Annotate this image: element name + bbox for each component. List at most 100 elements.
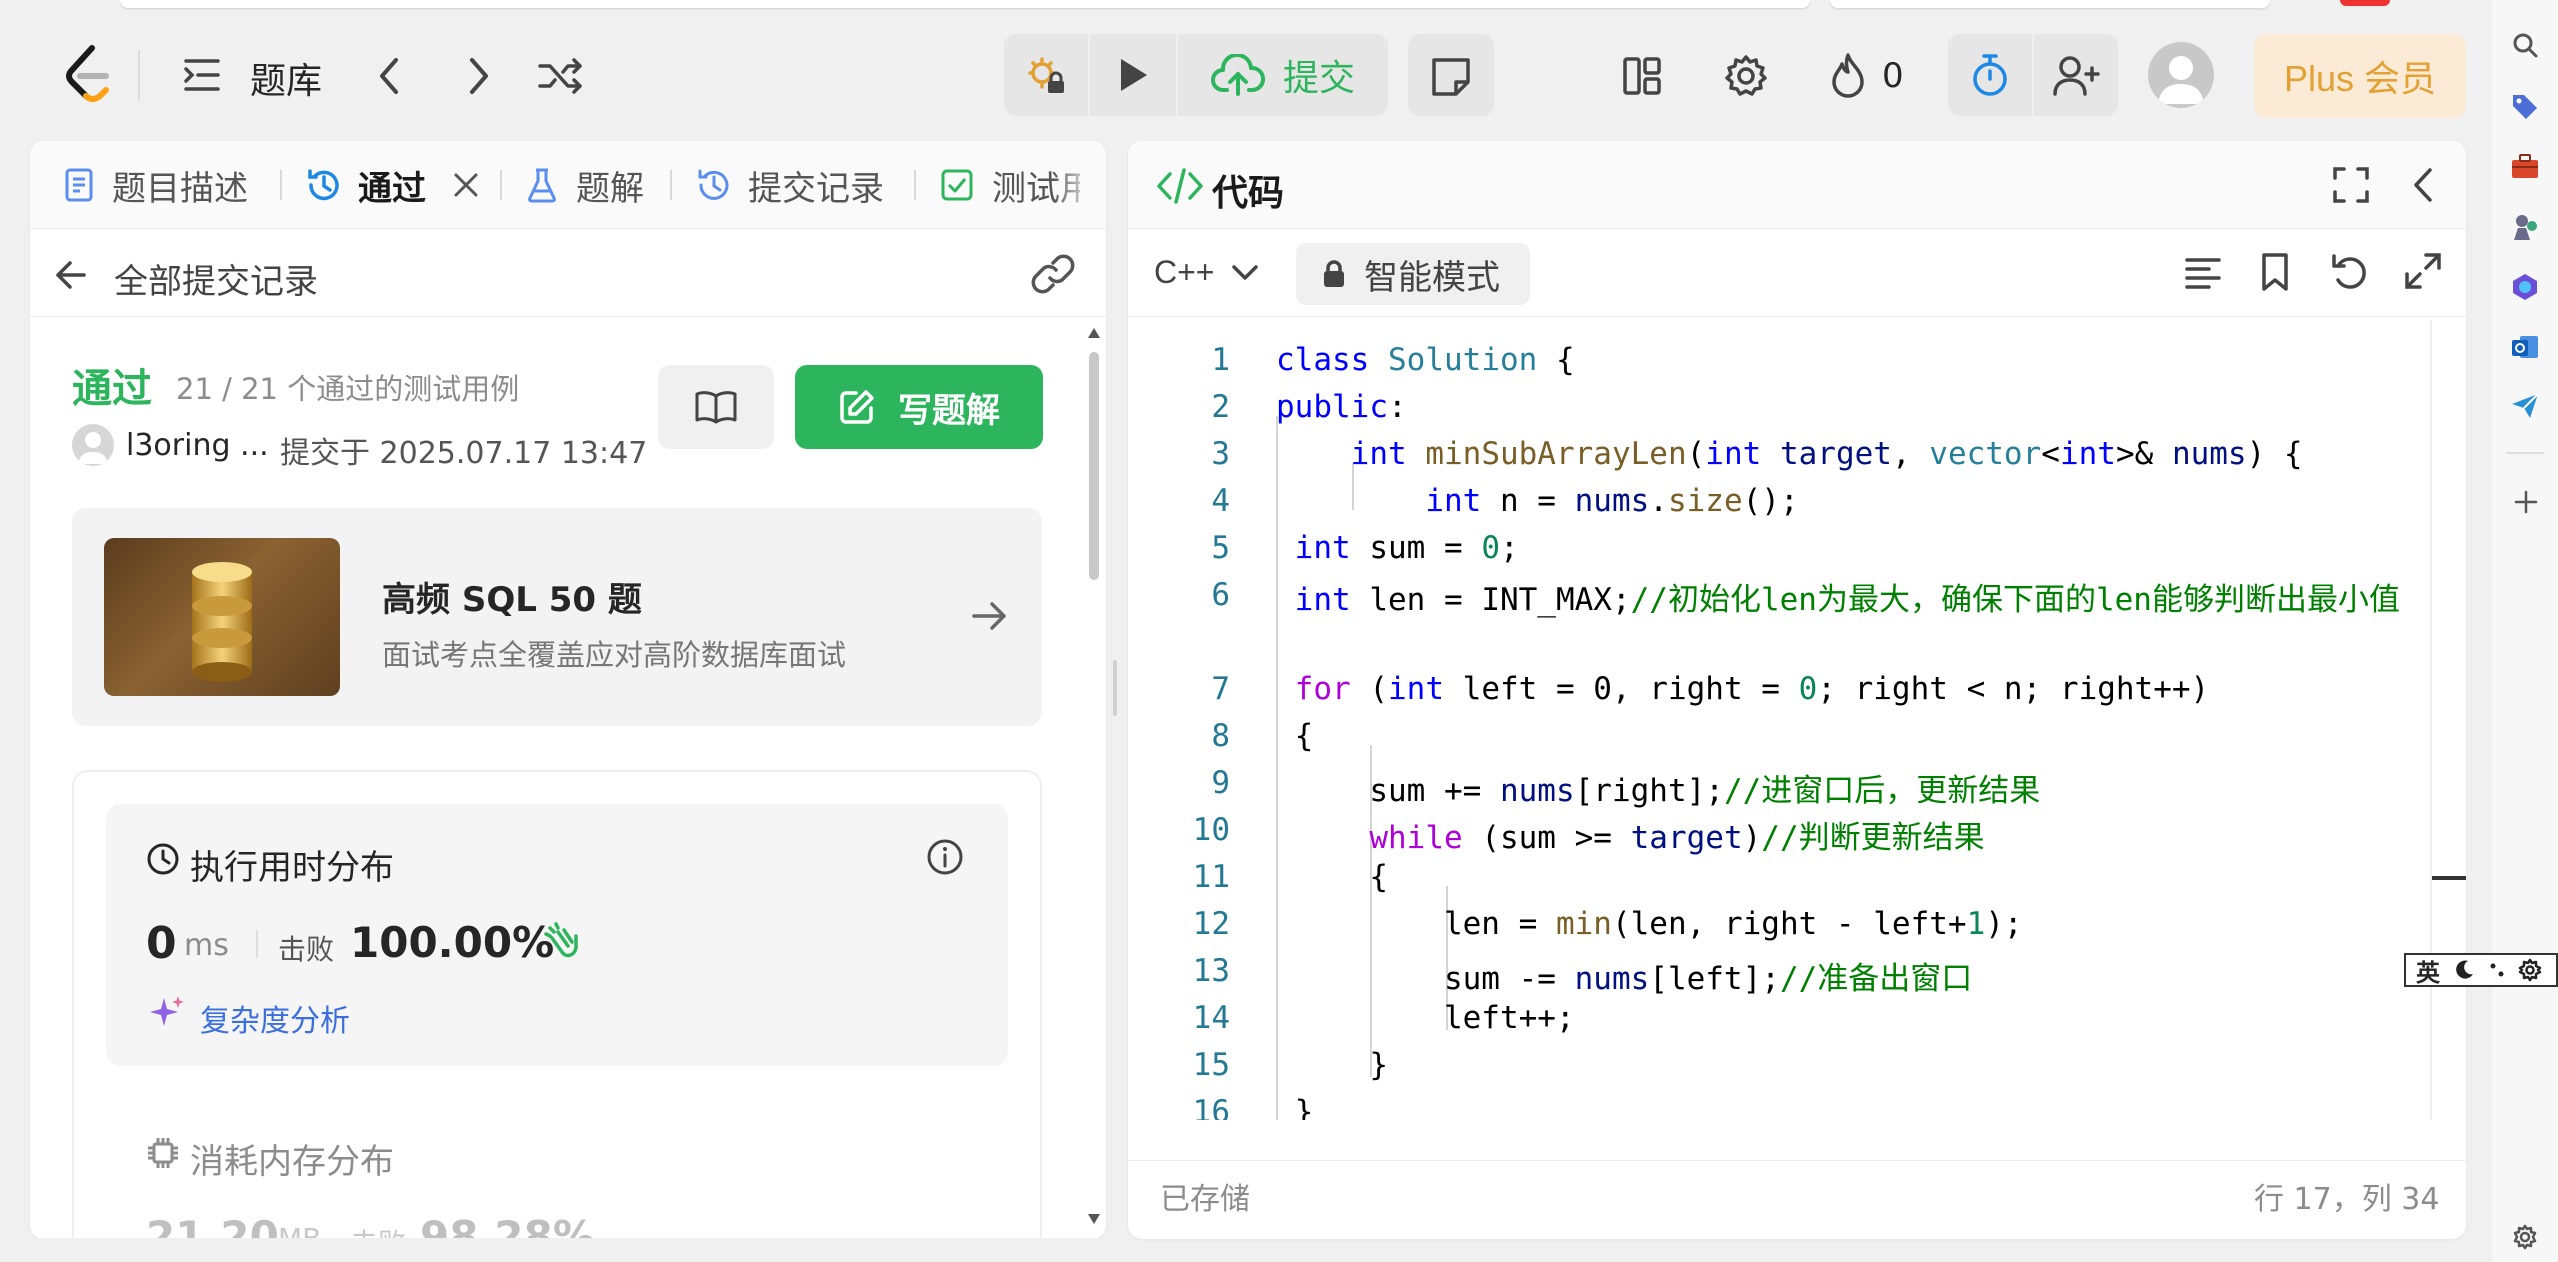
plus-membership-button[interactable]: Plus 会员 — [2254, 34, 2466, 118]
toolbox-icon[interactable] — [2510, 152, 2540, 180]
left-scrollbar-thumb[interactable] — [1089, 352, 1099, 580]
tab-label: 测试用 — [992, 168, 1080, 209]
view-editorial-button[interactable] — [658, 365, 774, 449]
link-icon[interactable] — [1030, 254, 1076, 294]
complexity-analysis-link[interactable]: 复杂度分析 — [200, 996, 350, 1040]
runtime-beats: 100.00% — [350, 918, 555, 967]
outlook-icon[interactable] — [2510, 332, 2540, 362]
runtime-value: 0 — [146, 918, 177, 969]
document-icon — [65, 168, 93, 202]
invite-button[interactable] — [2034, 34, 2118, 116]
leetcode-logo-icon[interactable] — [62, 44, 112, 104]
send-icon[interactable] — [2510, 392, 2540, 420]
chevron-down-icon — [1232, 264, 1259, 280]
scroll-down-arrow[interactable] — [1086, 1212, 1102, 1226]
run-button[interactable] — [1090, 34, 1176, 116]
gear-icon — [2518, 958, 2542, 982]
play-icon — [1121, 59, 1147, 91]
divider — [2506, 452, 2544, 454]
browser-search-bar[interactable] — [1830, 0, 2270, 8]
browser-sidebar — [2492, 0, 2558, 1262]
copilot-icon[interactable] — [2510, 272, 2540, 302]
problem-list-icon[interactable] — [182, 55, 222, 95]
timer-button[interactable] — [1948, 34, 2032, 116]
expand-editor-icon[interactable] — [2404, 252, 2442, 290]
format-code-icon[interactable] — [2184, 256, 2222, 292]
promo-subtitle: 面试考点全覆盖应对高阶数据库面试 — [382, 638, 847, 672]
avatar[interactable] — [2148, 42, 2214, 108]
debug-button[interactable] — [1004, 34, 1088, 116]
user-avatar[interactable] — [72, 424, 114, 466]
problem-bank-title[interactable]: 题库 — [250, 52, 322, 104]
clock-icon — [146, 842, 180, 876]
line-number: 5 — [1211, 530, 1230, 566]
clap-icon — [542, 922, 582, 962]
collapse-panel-icon[interactable] — [2408, 166, 2438, 204]
code-line: { — [1276, 718, 1314, 754]
add-icon[interactable] — [2514, 490, 2538, 514]
info-icon[interactable] — [926, 838, 964, 876]
runtime-title: 执行用时分布 — [190, 848, 394, 888]
code-panel-title: 代码 — [1212, 173, 1285, 214]
line-number: 7 — [1211, 671, 1230, 707]
bug-lock-icon — [1028, 57, 1064, 93]
divider — [914, 170, 916, 200]
line-number: 14 — [1192, 1000, 1230, 1036]
tab-label: 提交记录 — [748, 168, 884, 209]
code-line: int sum = 0; — [1294, 530, 1519, 566]
back-arrow-icon[interactable] — [54, 258, 88, 292]
line-number: 1 — [1211, 342, 1230, 378]
panel-resize-handle[interactable] — [1113, 660, 1117, 716]
smart-mode-toggle[interactable]: 智能模式 — [1296, 243, 1530, 305]
tag-icon[interactable] — [2510, 92, 2540, 122]
code-editor[interactable]: 1 2 3 4 5 6 7 8 9 10 11 12 13 14 15 16 c… — [1130, 336, 2430, 1120]
shuffle-icon[interactable] — [538, 56, 584, 96]
editor-scrollbar-track[interactable] — [2430, 320, 2432, 1120]
bookmark-icon[interactable] — [2260, 252, 2290, 292]
language-label: C++ — [1154, 254, 1215, 290]
username[interactable]: l3oring ... — [126, 428, 269, 463]
ime-indicator[interactable]: 英 — [2404, 953, 2558, 987]
browser-red-indicator — [2340, 0, 2390, 6]
flask-icon — [528, 168, 556, 203]
tab-accepted[interactable]: 通过 — [306, 141, 480, 229]
chess-icon[interactable] — [2510, 212, 2540, 242]
code-line: sum += nums[right];//进窗口后，更新结果 — [1276, 773, 2041, 809]
divider — [256, 930, 258, 958]
layout-icon[interactable] — [1622, 56, 1662, 96]
browser-address-bar[interactable] — [120, 0, 1810, 8]
tab-submissions[interactable]: 提交记录 — [696, 141, 884, 229]
line-number: 16 — [1192, 1094, 1230, 1120]
code-panel-header — [1128, 141, 2466, 229]
punctuation-icon — [2490, 963, 2504, 977]
tab-testcases[interactable]: 测试用 — [940, 141, 1080, 229]
divider — [500, 170, 502, 200]
sidebar-settings-icon[interactable] — [2512, 1224, 2538, 1250]
close-icon[interactable] — [452, 171, 480, 199]
next-problem-icon[interactable] — [464, 56, 494, 96]
arrow-right-icon[interactable] — [970, 598, 1008, 634]
write-solution-button[interactable]: 写题解 — [795, 365, 1043, 449]
code-line: while (sum >= target)//判断更新结果 — [1369, 820, 1985, 856]
fullscreen-icon[interactable] — [2332, 166, 2370, 204]
history-icon — [698, 169, 729, 200]
tab-description[interactable]: 题目描述 — [64, 141, 248, 229]
reset-code-icon[interactable] — [2330, 252, 2370, 292]
code-line: len = min(len, right - left+1); — [1276, 906, 2023, 942]
search-icon[interactable] — [2512, 32, 2538, 58]
line-number: 9 — [1211, 765, 1230, 801]
prev-problem-icon[interactable] — [374, 56, 404, 96]
submit-button[interactable]: 提交 — [1178, 34, 1388, 116]
language-select[interactable]: C++ — [1154, 254, 1260, 291]
editor-cursor-marker — [2432, 876, 2466, 880]
lock-icon — [1324, 260, 1344, 287]
scroll-up-arrow[interactable] — [1086, 326, 1102, 340]
runtime-unit: ms — [184, 928, 229, 963]
tab-solutions[interactable]: 题解 — [526, 141, 644, 229]
line-number: 2 — [1211, 389, 1230, 425]
panel-bottom-mask — [30, 1238, 1106, 1262]
status-accepted: 通过 — [72, 366, 152, 412]
all-submissions-link[interactable]: 全部提交记录 — [114, 254, 318, 303]
settings-gear-icon[interactable] — [1724, 54, 1768, 98]
flame-icon[interactable] — [1830, 52, 1866, 98]
